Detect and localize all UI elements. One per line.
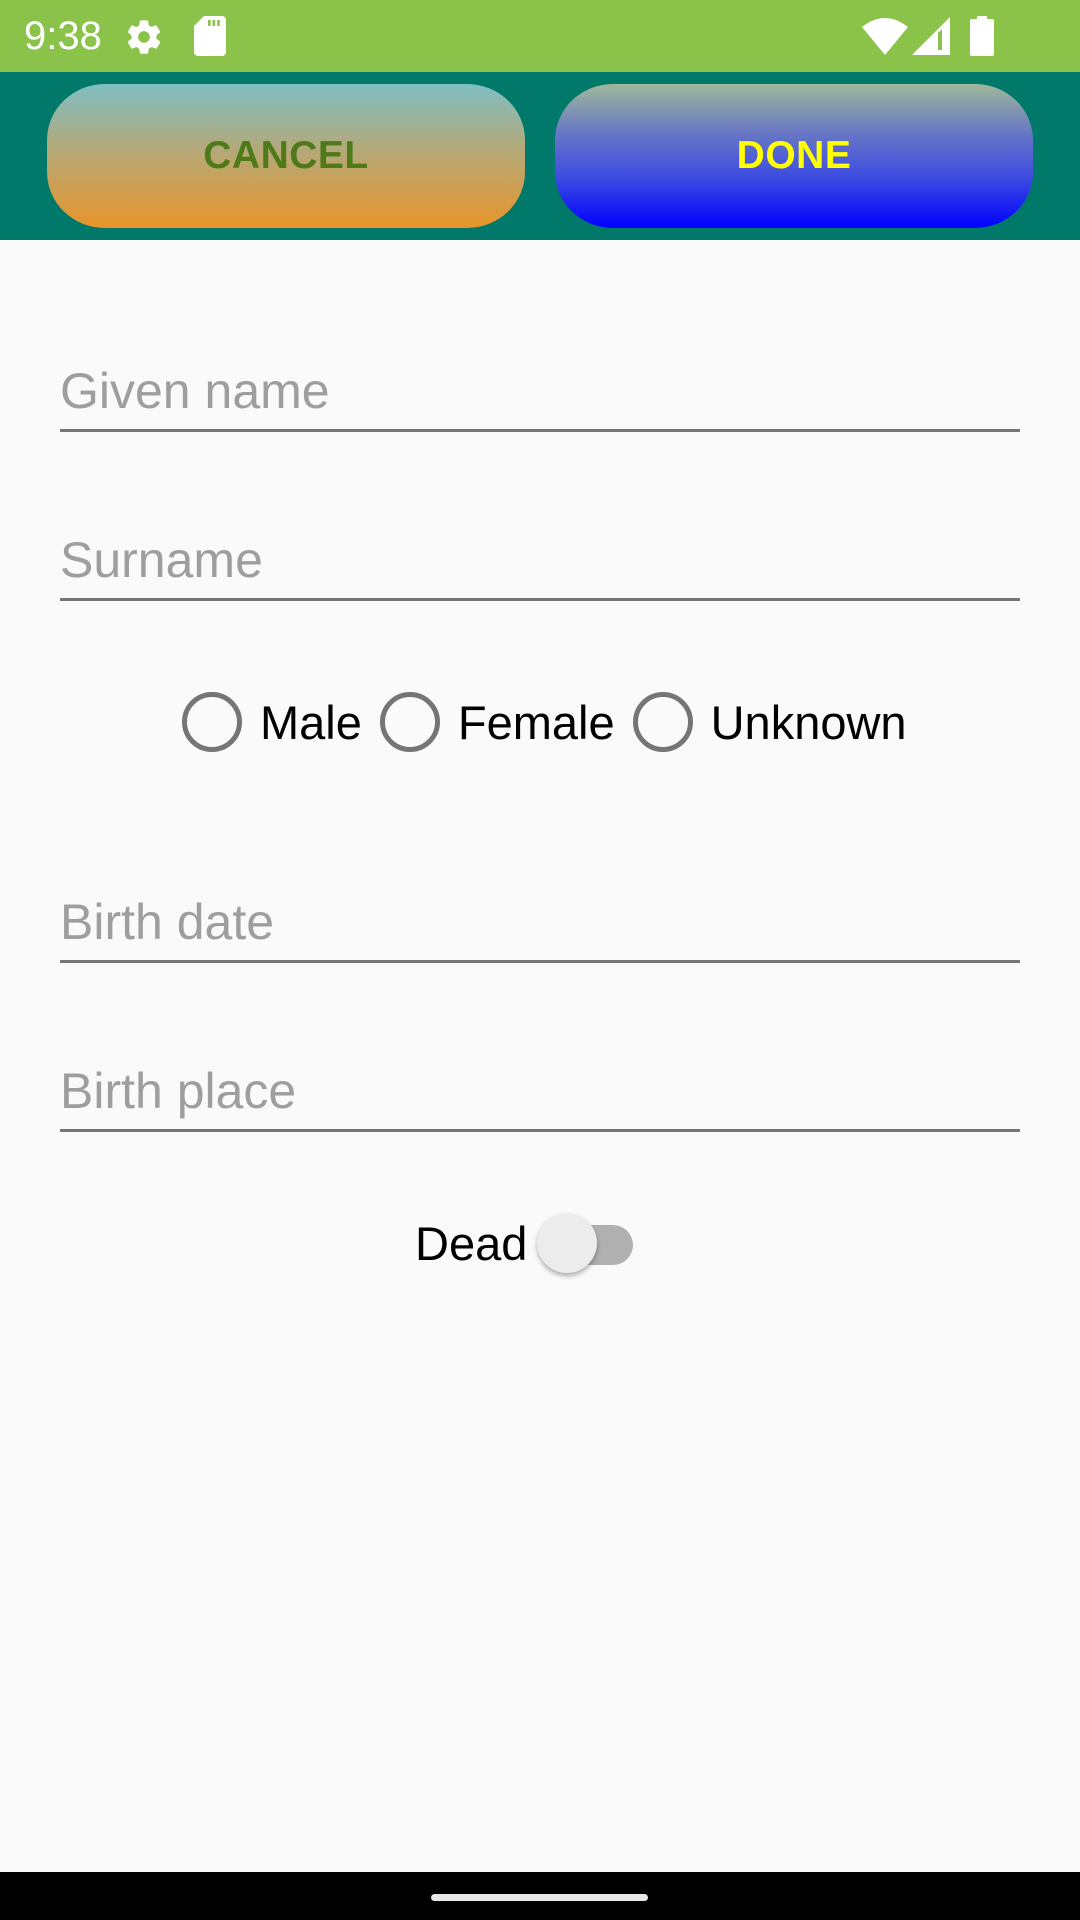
toggle-thumb[interactable]: [537, 1213, 598, 1273]
surname-field: [60, 511, 1020, 601]
radio-unknown[interactable]: Unknown: [632, 692, 907, 752]
done-button[interactable]: DONE: [555, 84, 1033, 228]
radio-label: Unknown: [710, 695, 907, 749]
radio-male[interactable]: Male: [182, 692, 362, 752]
status-time: 9:38: [24, 14, 102, 58]
surname-input[interactable]: [60, 531, 1020, 589]
home-gesture-handle[interactable]: [431, 1894, 648, 1901]
navigation-bar: [0, 1872, 1080, 1920]
battery-icon: [970, 16, 994, 61]
dead-toggle[interactable]: [537, 1213, 637, 1273]
radio-label: Male: [260, 695, 362, 749]
birth-date-field: [60, 873, 1020, 963]
cell-signal-icon: [912, 17, 952, 60]
radio-circle-icon[interactable]: [379, 692, 440, 752]
radio-circle-icon[interactable]: [182, 692, 242, 752]
gear-icon: [124, 17, 164, 62]
birth-place-underline: [60, 1129, 1020, 1132]
surname-underline: [60, 598, 1020, 601]
gender-radio-group: Male Female Unknown: [182, 690, 925, 754]
radio-label: Female: [457, 695, 615, 749]
birth-date-underline: [60, 960, 1020, 963]
cancel-button[interactable]: CANCEL: [47, 84, 525, 228]
wifi-icon: [862, 17, 908, 60]
radio-female[interactable]: Female: [379, 692, 615, 752]
dead-label: Dead: [415, 1216, 528, 1270]
given-name-underline: [60, 429, 1020, 432]
sd-card-icon: [194, 16, 226, 61]
toolbar: CANCEL DONE: [0, 72, 1080, 240]
status-bar: 9:38: [0, 0, 1080, 72]
given-name-field: [60, 342, 1020, 432]
birth-place-input[interactable]: [60, 1062, 1020, 1120]
dead-switch-row: Dead: [415, 1208, 637, 1278]
given-name-input[interactable]: [60, 362, 1020, 420]
birth-date-input[interactable]: [60, 893, 1020, 951]
birth-place-field: [60, 1042, 1020, 1132]
radio-circle-icon[interactable]: [632, 692, 693, 752]
